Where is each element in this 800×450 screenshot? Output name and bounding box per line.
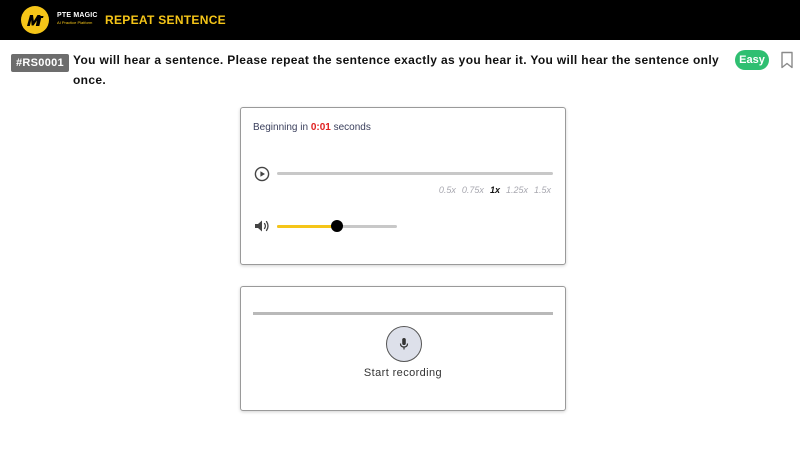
volume-slider[interactable] (277, 220, 397, 232)
brand-name: PTE MAGIC (57, 12, 98, 19)
speed-option[interactable]: 1x (490, 185, 500, 195)
countdown-prefix: Beginning in (253, 122, 309, 133)
audio-progress-bar[interactable] (277, 172, 553, 175)
audio-player-card: Beginning in 0:01 seconds 0.5x 0.75x 1x 1.2… (240, 107, 566, 265)
volume-slider-handle[interactable] (331, 220, 343, 232)
recorder-card: Start recording (240, 286, 566, 411)
question-instruction: You will hear a sentence. Please repeat … (73, 53, 720, 87)
countdown-time: 0:01 (310, 122, 331, 133)
bookmark-icon[interactable] (780, 51, 794, 69)
speed-option[interactable]: 0.75x (462, 185, 484, 195)
recording-progress-bar (253, 312, 553, 315)
countdown-suffix: seconds (333, 122, 371, 133)
start-recording-label: Start recording (363, 367, 443, 379)
play-circle-icon[interactable] (254, 166, 270, 182)
section-title: REPEAT SENTENCE (105, 13, 226, 27)
microphone-icon (399, 338, 409, 350)
brand-tagline: AI Practice Platform (57, 20, 93, 25)
difficulty-badge: Easy (735, 50, 769, 70)
speed-option[interactable]: 0.5x (439, 185, 456, 195)
question-id-badge: #RS0001 (11, 54, 69, 72)
start-recording-button[interactable] (386, 326, 422, 362)
countdown-text: Beginning in 0:01 seconds (253, 122, 371, 133)
pte-magic-logo[interactable] (20, 5, 50, 35)
brand: PTE MAGIC AI Practice Platform (57, 11, 98, 26)
speaker-icon[interactable] (254, 219, 270, 233)
speed-option[interactable]: 1.5x (534, 185, 551, 195)
top-bar: PTE MAGIC AI Practice Platform REPEAT SE… (0, 0, 800, 40)
speed-option[interactable]: 1.25x (506, 185, 528, 195)
volume-slider-fill (277, 225, 337, 228)
playback-speed-options: 0.5x 0.75x 1x 1.25x 1.5x (439, 185, 551, 195)
